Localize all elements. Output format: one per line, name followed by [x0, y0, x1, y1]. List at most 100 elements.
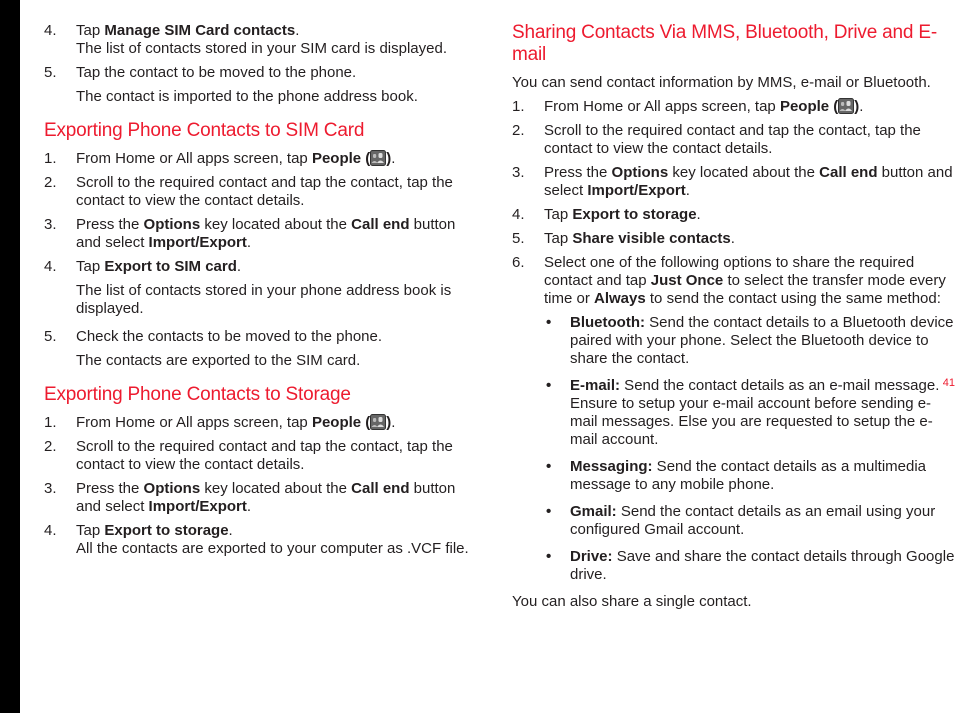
text: Tap: [76, 522, 104, 539]
list-body: Select one of the following options to s…: [544, 254, 956, 308]
bold-text: Messaging:: [570, 458, 653, 475]
list-item: 4. Tap Manage SIM Card contacts. The lis…: [44, 22, 484, 58]
bullet-body: E-mail: Send the contact details as an e…: [570, 377, 956, 449]
continued-list: 4. Tap Manage SIM Card contacts. The lis…: [44, 22, 484, 106]
bold-text: Options: [612, 164, 669, 181]
bullet-body: Drive: Save and share the contact detail…: [570, 548, 956, 584]
bold-text: Import/Export: [149, 498, 247, 515]
list-item: 1. From Home or All apps screen, tap Peo…: [512, 98, 956, 116]
bold-text: Call end: [351, 216, 409, 233]
bold-text: Export to storage: [104, 522, 228, 539]
text: Tap: [544, 206, 572, 223]
heading-export-to-sim: Exporting Phone Contacts to SIM Card: [44, 120, 484, 142]
list-number: 3.: [44, 480, 76, 516]
bold-text: Bluetooth:: [570, 314, 645, 331]
bold-text: Share visible contacts: [572, 230, 730, 247]
list-body: From Home or All apps screen, tap People…: [76, 150, 484, 168]
heading-sharing-contacts: Sharing Contacts Via MMS, Bluetooth, Dri…: [512, 22, 956, 66]
text: .: [731, 230, 735, 247]
bold-text: Options: [144, 480, 201, 497]
text: .: [391, 414, 395, 431]
bold-text: Call end: [351, 480, 409, 497]
bullet-item: • Messaging: Send the contact details as…: [544, 458, 956, 494]
bullet-icon: •: [544, 314, 570, 368]
bold-text: Manage SIM Card contacts: [104, 22, 295, 39]
list-number: 1.: [44, 150, 76, 168]
list-body: From Home or All apps screen, tap People…: [544, 98, 956, 116]
list-body: Tap Export to storage.: [544, 206, 956, 224]
people-icon: [838, 98, 854, 114]
intro-text: You can send contact information by MMS,…: [512, 74, 956, 92]
list-item: 5. Tap Share visible contacts.: [512, 230, 956, 248]
text: From Home or All apps screen, tap: [76, 150, 312, 167]
text: .: [697, 206, 701, 223]
text: Press the: [544, 164, 612, 181]
note-text: The list of contacts stored in your phon…: [76, 282, 484, 318]
text: .: [229, 522, 233, 539]
list-item: 2. Scroll to the required contact and ta…: [44, 174, 484, 210]
bullet-icon: •: [544, 458, 570, 494]
list-body: Press the Options key located about the …: [76, 480, 484, 516]
section-label: Managing Contacts: [0, 178, 20, 378]
text: key located about the: [668, 164, 819, 181]
list-number: 4.: [44, 522, 76, 558]
bold-text: Gmail:: [570, 503, 617, 520]
bold-text: People (: [312, 414, 370, 431]
list-item: 2. Scroll to the required contact and ta…: [512, 122, 956, 158]
list-body: Check the contacts to be moved to the ph…: [76, 328, 484, 346]
sim-list: 1. From Home or All apps screen, tap Peo…: [44, 150, 484, 370]
list-item: 4. Tap Export to storage.: [512, 206, 956, 224]
list-number: 2.: [512, 122, 544, 158]
list-number: 1.: [44, 414, 76, 432]
text: The list of contacts stored in your SIM …: [76, 40, 447, 57]
list-body: Tap Manage SIM Card contacts. The list o…: [76, 22, 484, 58]
text: Send the contact details as an email usi…: [570, 503, 935, 538]
bullet-body: Bluetooth: Send the contact details to a…: [570, 314, 956, 368]
list-item: 3. Press the Options key located about t…: [44, 480, 484, 516]
text: Send the contact details as an e-mail me…: [570, 377, 939, 448]
list-number: 4.: [44, 258, 76, 276]
text: Press the: [76, 480, 144, 497]
list-number: 4.: [512, 206, 544, 224]
list-item: 5. Check the contacts to be moved to the…: [44, 328, 484, 346]
text: Press the: [76, 216, 144, 233]
bold-text: People (: [312, 150, 370, 167]
list-item: 1. From Home or All apps screen, tap Peo…: [44, 150, 484, 168]
text: Tap: [544, 230, 572, 247]
bold-text: Options: [144, 216, 201, 233]
list-number: 5.: [512, 230, 544, 248]
text: key located about the: [200, 480, 351, 497]
list-number: 1.: [512, 98, 544, 116]
text: From Home or All apps screen, tap: [544, 98, 780, 115]
list-body: Press the Options key located about the …: [76, 216, 484, 252]
list-item: 3. Press the Options key located about t…: [512, 164, 956, 200]
list-body: Scroll to the required contact and tap t…: [76, 438, 484, 474]
text: to send the contact using the same metho…: [646, 290, 941, 307]
bold-text: Import/Export: [587, 182, 685, 199]
bold-text: Export to SIM card: [104, 258, 237, 275]
list-number: 6.: [512, 254, 544, 308]
list-body: Tap Export to SIM card.: [76, 258, 484, 276]
bold-text: Drive:: [570, 548, 617, 565]
list-number: 3.: [512, 164, 544, 200]
closing-text: You can also share a single contact.: [512, 593, 956, 611]
page-content: 4. Tap Manage SIM Card contacts. The lis…: [44, 22, 956, 617]
list-item: 1. From Home or All apps screen, tap Peo…: [44, 414, 484, 432]
list-body: Tap Share visible contacts.: [544, 230, 956, 248]
bold-text: Just Once: [651, 272, 724, 289]
people-icon: [370, 414, 386, 430]
text: Tap: [76, 22, 104, 39]
list-item: 3. Press the Options key located about t…: [44, 216, 484, 252]
list-number: 2.: [44, 174, 76, 210]
text: All the contacts are exported to your co…: [76, 540, 469, 557]
text: .: [247, 234, 251, 251]
share-options-list: • Bluetooth: Send the contact details to…: [544, 314, 956, 584]
left-column: 4. Tap Manage SIM Card contacts. The lis…: [44, 22, 484, 617]
list-body: Tap the contact to be moved to the phone…: [76, 64, 484, 82]
people-icon: [370, 150, 386, 166]
text: .: [391, 150, 395, 167]
bullet-body: Messaging: Send the contact details as a…: [570, 458, 956, 494]
text: Save and share the contact details throu…: [570, 548, 954, 583]
list-item: 4. Tap Export to storage. All the contac…: [44, 522, 484, 558]
bullet-icon: •: [544, 377, 570, 449]
